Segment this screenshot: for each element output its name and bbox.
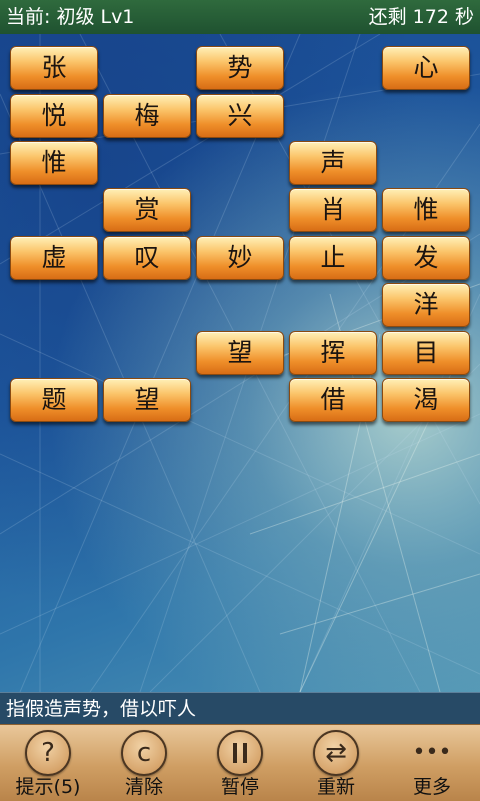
clear-button[interactable]: c 清除 xyxy=(96,725,192,801)
word-tile[interactable]: 望 xyxy=(103,378,191,422)
clear-icon: c xyxy=(121,730,167,776)
clear-button-label: 清除 xyxy=(124,776,163,798)
timer-label: 还剩 172 秒 xyxy=(368,6,474,28)
word-tile[interactable]: 张 xyxy=(10,46,98,90)
restart-button-label: 重新 xyxy=(316,776,355,798)
status-bar: 当前: 初级 Lv1 还剩 172 秒 xyxy=(0,0,480,35)
hint-text: 指假造声势，借以吓人 xyxy=(6,698,197,720)
word-tile[interactable]: 赏 xyxy=(103,188,191,232)
word-tile[interactable]: 借 xyxy=(289,378,377,422)
word-tile[interactable]: 题 xyxy=(10,378,98,422)
pause-button[interactable]: 暂停 xyxy=(192,725,288,801)
word-tile[interactable]: 心 xyxy=(382,46,470,90)
word-tile[interactable]: 肖 xyxy=(289,188,377,232)
word-tile[interactable]: 渴 xyxy=(382,378,470,422)
more-dots-icon: ••• xyxy=(412,740,452,765)
word-tile[interactable]: 叹 xyxy=(103,236,191,280)
word-tile[interactable]: 惟 xyxy=(10,141,98,185)
word-tile[interactable]: 妙 xyxy=(196,236,284,280)
word-tile[interactable]: 止 xyxy=(289,236,377,280)
pause-button-label: 暂停 xyxy=(220,776,259,798)
hint-bar: 指假造声势，借以吓人 xyxy=(0,692,480,725)
restart-button[interactable]: ⇄ 重新 xyxy=(288,725,384,801)
word-tile[interactable]: 兴 xyxy=(196,94,284,138)
word-tile[interactable]: 目 xyxy=(382,331,470,375)
level-label: 当前: 初级 Lv1 xyxy=(6,6,135,28)
more-button[interactable]: ••• 更多 xyxy=(384,725,480,801)
word-tile[interactable]: 虚 xyxy=(10,236,98,280)
word-tile[interactable]: 望 xyxy=(196,331,284,375)
pause-icon xyxy=(217,730,263,776)
word-tile[interactable]: 洋 xyxy=(382,283,470,327)
bottom-toolbar: ? 提示(5) c 清除 暂停 ⇄ 重新 ••• 更多 xyxy=(0,724,480,801)
word-tile[interactable]: 声 xyxy=(289,141,377,185)
hint-button-label: 提示(5) xyxy=(15,776,81,798)
more-button-label: 更多 xyxy=(412,776,451,798)
question-icon: ? xyxy=(25,730,71,776)
word-tile[interactable]: 惟 xyxy=(382,188,470,232)
word-tile[interactable]: 势 xyxy=(196,46,284,90)
refresh-icon: ⇄ xyxy=(313,730,359,776)
word-tile[interactable]: 悦 xyxy=(10,94,98,138)
word-tile[interactable]: 梅 xyxy=(103,94,191,138)
word-tile[interactable]: 挥 xyxy=(289,331,377,375)
hint-button[interactable]: ? 提示(5) xyxy=(0,725,96,801)
word-tile[interactable]: 发 xyxy=(382,236,470,280)
